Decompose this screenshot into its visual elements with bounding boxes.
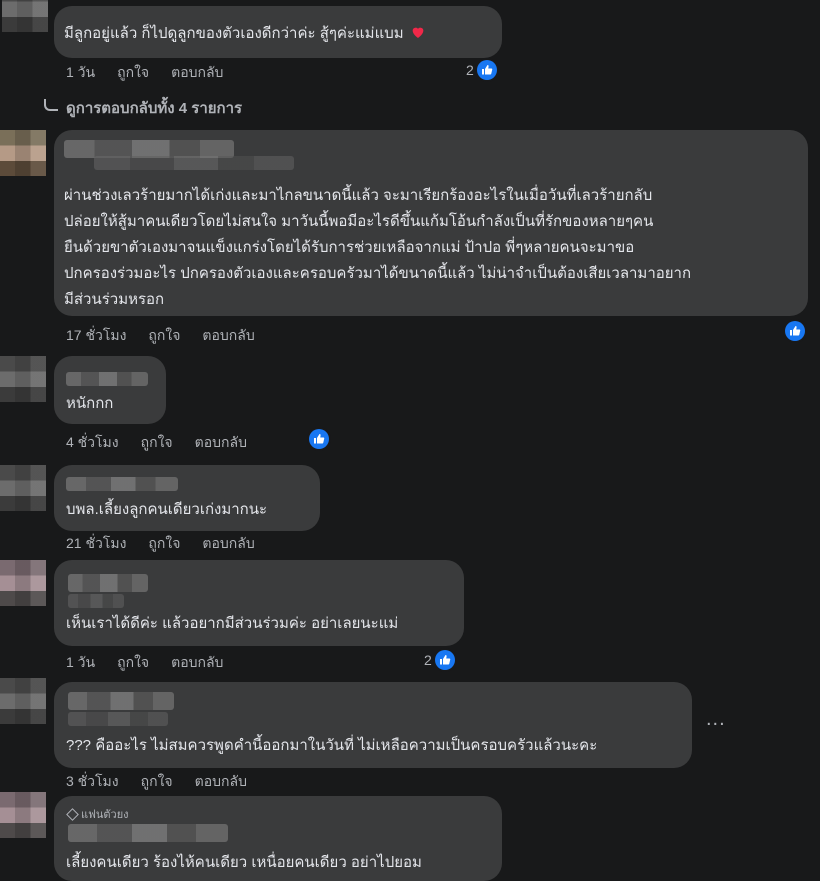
top-fan-badge[interactable]: แฟนตัวยง — [66, 805, 129, 823]
commenter-name-blurred[interactable] — [68, 692, 174, 710]
comment-bubble: มีลูกอยู่แล้ว ก็ไปดูลูกของตัวเองดีกว่าค่… — [54, 6, 502, 58]
avatar[interactable] — [0, 356, 46, 402]
thumbs-up-icon — [309, 429, 329, 449]
commenter-name-blurred[interactable] — [68, 824, 228, 842]
like-button[interactable]: ถูกใจ — [141, 432, 173, 454]
heart-emoji-icon — [410, 24, 424, 38]
view-replies-link[interactable]: ดูการตอบกลับทั้ง 4 รายการ — [44, 96, 242, 120]
commenter-name-blurred[interactable] — [68, 574, 148, 592]
comment-text: หนักกก — [66, 395, 114, 412]
reaction-count[interactable] — [785, 321, 805, 341]
reply-button[interactable]: ตอบกลับ — [171, 62, 223, 84]
comment-text: เห็นเราได้ดีค่ะ แล้วอยากมีส่วนร่วมค่ะ อย… — [66, 615, 399, 632]
comment-bubble: ??? คืออะไร ไม่สมควรพูดคำนี้ออกมาในวันที… — [54, 682, 692, 768]
comment-text: บพล.เลี้ยงลูกคนเดียวเก่งมากนะ — [66, 501, 268, 518]
comment-bubble: หนักกก — [54, 356, 166, 424]
like-button[interactable]: ถูกใจ — [141, 771, 173, 793]
comment-text: ??? คืออะไร ไม่สมควรพูดคำนี้ออกมาในวันที… — [66, 737, 598, 754]
thumbs-up-icon — [434, 650, 455, 670]
reply-button[interactable]: ตอบกลับ — [195, 771, 247, 793]
comment-text: เลี้ยงคนเดียว ร้องไห้คนเดียว เหนื่อยคนเด… — [66, 854, 422, 871]
comment-meta: 1 วัน ถูกใจ ตอบกลับ — [66, 652, 223, 674]
like-button[interactable]: ถูกใจ — [117, 652, 149, 674]
reply-arrow-icon — [44, 99, 58, 111]
thumbs-up-icon — [785, 321, 805, 341]
reply-button[interactable]: ตอบกลับ — [202, 325, 254, 347]
comment-bubble: แฟนตัวยง เลี้ยงคนเดียว ร้องไห้คนเดียว เห… — [54, 796, 502, 881]
comment-text: ปล่อยให้สู้มาคนเดียวโดยไม่สนใจ มาวันนี้พ… — [64, 213, 654, 230]
comment-text: ผ่านช่วงเลวร้ายมากได้เก่งและมาไกลขนาดนี้… — [64, 187, 653, 204]
comment-time[interactable]: 17 ชั่วโมง — [66, 325, 126, 347]
thumbs-up-icon — [476, 60, 497, 80]
like-button[interactable]: ถูกใจ — [148, 533, 180, 555]
comment-meta: 17 ชั่วโมง ถูกใจ ตอบกลับ — [66, 325, 255, 347]
avatar[interactable] — [0, 130, 46, 176]
comment-bubble: เห็นเราได้ดีค่ะ แล้วอยากมีส่วนร่วมค่ะ อย… — [54, 560, 464, 646]
comment-time[interactable]: 21 ชั่วโมง — [66, 533, 126, 555]
reaction-count[interactable]: 2 — [424, 650, 455, 670]
avatar[interactable] — [0, 465, 46, 511]
commenter-name-blurred[interactable] — [66, 372, 148, 386]
avatar[interactable] — [2, 0, 48, 32]
like-button[interactable]: ถูกใจ — [148, 325, 180, 347]
comment-meta: 21 ชั่วโมง ถูกใจ ตอบกลับ — [66, 533, 255, 555]
comment-text: ปกครองร่วมอะไร ปกครองตัวเองและครอบครัวมา… — [64, 265, 692, 282]
avatar[interactable] — [0, 792, 46, 838]
reaction-number: 2 — [466, 62, 474, 78]
comment-meta: 1 วัน ถูกใจ ตอบกลับ — [66, 62, 223, 84]
comment-time[interactable]: 1 วัน — [66, 652, 95, 674]
comment-time[interactable]: 3 ชั่วโมง — [66, 771, 119, 793]
comment-time[interactable]: 4 ชั่วโมง — [66, 432, 119, 454]
comment-text: ยืนด้วยขาตัวเองมาจนแข็งแกร่งโดยได้รับการ… — [64, 239, 635, 256]
more-options-icon[interactable]: ... — [706, 708, 726, 731]
reply-button[interactable]: ตอบกลับ — [171, 652, 223, 674]
diamond-icon — [66, 807, 79, 821]
reaction-number: 2 — [424, 652, 432, 668]
top-fan-label: แฟนตัวยง — [81, 809, 129, 821]
comment-bubble: ผ่านช่วงเลวร้ายมากได้เก่งและมาไกลขนาดนี้… — [54, 130, 808, 316]
comment-meta: 3 ชั่วโมง ถูกใจ ตอบกลับ — [66, 771, 247, 793]
reaction-count[interactable]: 2 — [466, 60, 497, 80]
commenter-name-blurred — [68, 712, 168, 726]
comment-time[interactable]: 1 วัน — [66, 62, 95, 84]
reply-button[interactable]: ตอบกลับ — [195, 432, 247, 454]
commenter-name-blurred — [94, 156, 294, 170]
commenter-name-blurred[interactable] — [66, 477, 178, 491]
commenter-name-blurred — [68, 594, 124, 608]
view-replies-label: ดูการตอบกลับทั้ง 4 รายการ — [66, 100, 243, 117]
comment-text: มีส่วนร่วมหรอก — [64, 291, 165, 308]
comment-bubble: บพล.เลี้ยงลูกคนเดียวเก่งมากนะ — [54, 465, 320, 531]
reply-button[interactable]: ตอบกลับ — [202, 533, 254, 555]
avatar[interactable] — [0, 678, 46, 724]
comment-meta: 4 ชั่วโมง ถูกใจ ตอบกลับ — [66, 432, 247, 454]
comment-text: มีลูกอยู่แล้ว ก็ไปดูลูกของตัวเองดีกว่าค่… — [64, 25, 404, 42]
reaction-count[interactable] — [309, 429, 329, 449]
like-button[interactable]: ถูกใจ — [117, 62, 149, 84]
avatar[interactable] — [0, 560, 46, 606]
